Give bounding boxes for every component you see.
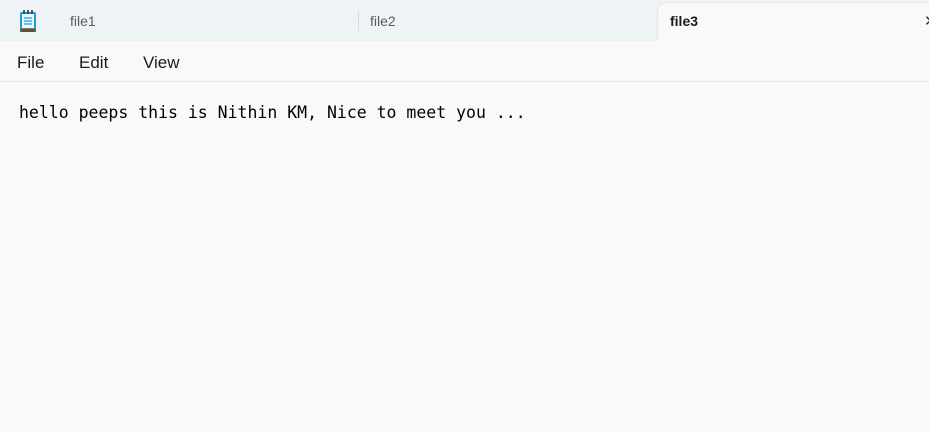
editor-content[interactable]: hello peeps this is Nithin KM, Nice to m… bbox=[19, 103, 526, 122]
notepad-icon[interactable] bbox=[18, 9, 38, 33]
close-icon[interactable]: ✕ bbox=[924, 12, 929, 30]
tab-label: file1 bbox=[70, 13, 96, 29]
menu-bar: File Edit View bbox=[0, 41, 929, 82]
menu-view[interactable]: View bbox=[143, 53, 180, 73]
text-editor[interactable]: hello peeps this is Nithin KM, Nice to m… bbox=[0, 82, 929, 432]
menu-edit[interactable]: Edit bbox=[79, 53, 108, 73]
tab-file1[interactable]: file1 bbox=[58, 0, 358, 41]
tab-label: file3 bbox=[670, 13, 699, 29]
menu-file[interactable]: File bbox=[17, 53, 44, 73]
title-bar: file1 file2 file3 ✕ bbox=[0, 0, 929, 41]
tab-label: file2 bbox=[370, 13, 396, 29]
tab-file2[interactable]: file2 bbox=[358, 0, 656, 41]
tab-file3[interactable]: file3 ✕ bbox=[658, 3, 929, 41]
